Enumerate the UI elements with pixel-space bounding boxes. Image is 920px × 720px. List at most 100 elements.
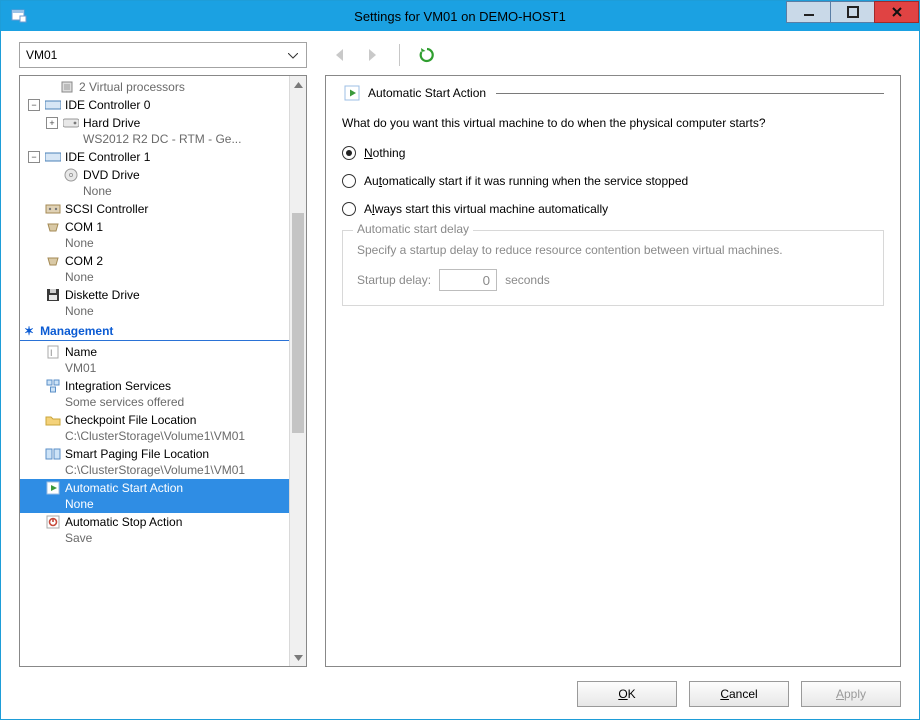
tree-scrollbar[interactable] <box>289 76 306 666</box>
hard-drive-icon <box>62 115 80 131</box>
detail-pane: Automatic Start Action What do you want … <box>325 75 901 667</box>
startup-delay-row: Startup delay: seconds <box>357 269 869 291</box>
collapse-icon[interactable]: − <box>28 151 40 163</box>
tree-item-diskette[interactable]: Diskette Drive None <box>20 286 289 320</box>
nav-forward-button[interactable] <box>361 44 383 66</box>
section-label: Management <box>40 324 113 338</box>
maximize-button[interactable] <box>830 1 875 23</box>
tree-item-ide0[interactable]: − IDE Controller 0 <box>20 96 289 114</box>
refresh-button[interactable] <box>416 44 438 66</box>
start-delay-group: Automatic start delay Specify a startup … <box>342 230 884 306</box>
dialog-footer: OK Cancel Apply <box>19 667 901 707</box>
tree-item-scsi[interactable]: SCSI Controller <box>20 200 289 218</box>
panes: 2 Virtual processors − IDE Controller 0 <box>19 75 901 667</box>
vm-selector-value: VM01 <box>26 48 57 62</box>
tree-item-integration[interactable]: Integration Services Some services offer… <box>20 377 289 411</box>
tree-item-label: Hard Drive <box>83 115 140 131</box>
tree-item-label: Name <box>65 344 97 360</box>
settings-window: Settings for VM01 on DEMO-HOST1 VM01 <box>0 0 920 720</box>
group-title: Automatic start delay <box>353 222 473 236</box>
minimize-button[interactable] <box>786 1 831 23</box>
radio-auto-if-running[interactable]: Automatically start if it was running wh… <box>342 174 884 188</box>
integration-icon <box>44 378 62 394</box>
app-icon <box>9 6 29 26</box>
name-icon: I <box>44 344 62 360</box>
top-toolbar: VM01 <box>19 41 901 69</box>
floppy-icon <box>44 287 62 303</box>
settings-tree[interactable]: 2 Virtual processors − IDE Controller 0 <box>20 76 289 666</box>
panel-question: What do you want this virtual machine to… <box>342 116 884 130</box>
toolbar-divider <box>399 44 400 66</box>
nav-arrows <box>329 44 438 66</box>
tree-item-label: COM 1 <box>65 219 103 235</box>
tree-item-label: Checkpoint File Location <box>65 412 196 428</box>
radio-label: Automatically start if it was running wh… <box>364 174 688 188</box>
tree-item-sub: None <box>65 270 94 284</box>
tree-item-sub: C:\ClusterStorage\Volume1\VM01 <box>65 463 245 477</box>
apply-button[interactable]: Apply <box>801 681 901 707</box>
tree-item-ide0-hdd[interactable]: + Hard Drive WS2012 R2 DC - RTM - Ge... <box>20 114 289 148</box>
panel-header: Automatic Start Action <box>342 84 884 102</box>
collapse-icon[interactable]: − <box>28 99 40 111</box>
radio-nothing[interactable]: Nothing <box>342 146 884 160</box>
tree-item-sub: None <box>65 497 94 511</box>
scroll-track[interactable] <box>290 93 306 649</box>
section-marker-icon: ✶ <box>24 324 34 338</box>
scroll-down-button[interactable] <box>290 649 306 666</box>
chevron-down-icon <box>284 47 302 65</box>
folder-icon <box>44 412 62 428</box>
tree-item-name[interactable]: I Name VM01 <box>20 343 289 377</box>
tree-item-label: IDE Controller 0 <box>65 97 150 113</box>
expand-icon[interactable]: + <box>46 117 58 129</box>
tree-item-sub: None <box>65 304 94 318</box>
window-body: VM01 <box>1 31 919 719</box>
tree-item-label: Automatic Stop Action <box>65 514 182 530</box>
window-title: Settings for VM01 on DEMO-HOST1 <box>1 9 919 24</box>
tree-item-checkpoint[interactable]: Checkpoint File Location C:\ClusterStora… <box>20 411 289 445</box>
tree-item-ide1-dvd[interactable]: DVD Drive None <box>20 166 289 200</box>
tree-item-start-action[interactable]: Automatic Start Action None <box>20 479 289 513</box>
tree-item-label: DVD Drive <box>83 167 140 183</box>
ok-button[interactable]: OK <box>577 681 677 707</box>
close-button[interactable] <box>874 1 919 23</box>
startup-delay-label: Startup delay: <box>357 273 431 287</box>
tree-item-label: Integration Services <box>65 378 171 394</box>
tree-item-processor[interactable]: 2 Virtual processors <box>20 78 289 96</box>
tree-item-com2[interactable]: COM 2 None <box>20 252 289 286</box>
paging-icon <box>44 446 62 462</box>
header-divider <box>496 93 884 94</box>
scroll-thumb[interactable] <box>292 213 304 433</box>
stop-action-icon <box>44 514 62 530</box>
tree-item-label: SCSI Controller <box>65 201 148 217</box>
dvd-icon <box>62 167 80 183</box>
controller-icon <box>44 149 62 165</box>
panel-title: Automatic Start Action <box>368 86 486 100</box>
nav-back-button[interactable] <box>329 44 351 66</box>
scroll-up-button[interactable] <box>290 76 306 93</box>
tree-item-sub: C:\ClusterStorage\Volume1\VM01 <box>65 429 245 443</box>
tree-item-label: Diskette Drive <box>65 287 140 303</box>
tree-item-ide1[interactable]: − IDE Controller 1 <box>20 148 289 166</box>
start-action-icon <box>342 84 362 102</box>
svg-text:I: I <box>50 348 53 358</box>
startup-delay-input[interactable] <box>439 269 497 291</box>
cancel-button[interactable]: Cancel <box>689 681 789 707</box>
vm-selector[interactable]: VM01 <box>19 42 307 68</box>
startup-delay-unit: seconds <box>505 273 550 287</box>
tree-item-com1[interactable]: COM 1 None <box>20 218 289 252</box>
radio-icon <box>342 202 356 216</box>
tree-item-paging[interactable]: Smart Paging File Location C:\ClusterSto… <box>20 445 289 479</box>
radio-label: Nothing <box>364 146 405 160</box>
tree-item-label: Automatic Start Action <box>65 480 183 496</box>
controller-icon <box>44 97 62 113</box>
tree-item-stop-action[interactable]: Automatic Stop Action Save <box>20 513 289 547</box>
tree-item-label: 2 Virtual processors <box>79 79 185 95</box>
tree-item-sub: VM01 <box>65 361 96 375</box>
start-action-icon <box>44 480 62 496</box>
tree-section-management[interactable]: ✶ Management <box>20 322 289 341</box>
radio-icon <box>342 146 356 160</box>
radio-icon <box>342 174 356 188</box>
group-description: Specify a startup delay to reduce resour… <box>357 243 869 257</box>
radio-always-start[interactable]: Always start this virtual machine automa… <box>342 202 884 216</box>
tree-item-label: Smart Paging File Location <box>65 446 209 462</box>
